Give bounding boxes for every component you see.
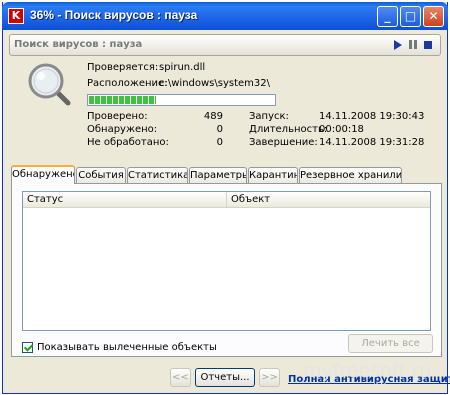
stop-icon[interactable]	[424, 41, 432, 49]
checked-value: 489	[203, 111, 223, 122]
tab-parameters[interactable]: Параметры	[189, 167, 247, 183]
detected-panel: Статус Объект Показывать вылеченные объе…	[11, 183, 442, 357]
duration-label: Длительность:	[249, 124, 328, 135]
progress-fill	[89, 96, 156, 104]
back-button[interactable]: <<	[170, 368, 191, 387]
scan-window: K 36% - Поиск вирусов : пауза _ □ ✕ Поис…	[2, 2, 450, 394]
play-icon[interactable]	[394, 40, 402, 50]
tab-backup[interactable]: Резервное хранилище	[299, 167, 402, 183]
close-icon: ✕	[428, 9, 439, 23]
tab-events[interactable]: События	[76, 167, 126, 183]
magnifier-icon	[28, 63, 71, 106]
close-button[interactable]: ✕	[423, 6, 444, 27]
checking-label: Проверяется:	[87, 62, 159, 73]
window-title: 36% - Поиск вирусов : пауза	[30, 8, 198, 22]
tab-quarantine[interactable]: Карантин	[248, 167, 298, 183]
minimize-icon: _	[384, 9, 391, 23]
start-label: Запуск:	[249, 111, 289, 122]
pause-icon[interactable]	[408, 39, 418, 49]
task-header: Поиск вирусов : пауза	[9, 34, 441, 56]
maximize-button[interactable]: □	[400, 6, 421, 27]
minimize-button[interactable]: _	[377, 6, 398, 27]
title-bar[interactable]: K 36% - Поиск вирусов : пауза _ □ ✕	[2, 2, 448, 30]
end-label: Завершение:	[249, 137, 318, 148]
maximize-icon: □	[404, 9, 417, 23]
detected-objects-list[interactable]: Статус Объект	[22, 191, 431, 331]
found-label: Обнаружено:	[87, 124, 158, 135]
tab-detected[interactable]: Обнаружено	[11, 165, 75, 184]
scan-progress-bar	[87, 94, 276, 106]
found-value: 0	[216, 124, 223, 135]
show-cured-label[interactable]: Показывать вылеченные объекты	[37, 342, 217, 353]
end-value: 14.11.2008 19:31:28	[319, 137, 425, 148]
cure-all-button[interactable]: Лечить все	[348, 334, 433, 353]
column-header-object[interactable]: Объект	[227, 192, 430, 208]
column-header-status[interactable]: Статус	[23, 192, 227, 208]
forward-button[interactable]: >>	[259, 368, 280, 387]
unprocessed-value: 0	[216, 137, 223, 148]
location-value: c:\windows\system32\	[159, 78, 271, 89]
task-title: Поиск вирусов : пауза	[14, 39, 143, 50]
location-label: Расположение:	[87, 78, 168, 89]
duration-value: 00:00:18	[319, 124, 364, 135]
reports-button[interactable]: Отчеты...	[195, 368, 255, 387]
checked-label: Проверено:	[87, 111, 148, 122]
start-value: 14.11.2008 19:30:43	[319, 111, 425, 122]
show-cured-checkbox[interactable]	[22, 342, 33, 353]
kaspersky-app-icon: K	[8, 8, 24, 24]
tab-statistics[interactable]: Статистика	[127, 167, 188, 183]
checking-value: spirun.dll	[159, 62, 206, 73]
full-protection-link[interactable]: Полная антивирусная защита	[288, 374, 450, 385]
